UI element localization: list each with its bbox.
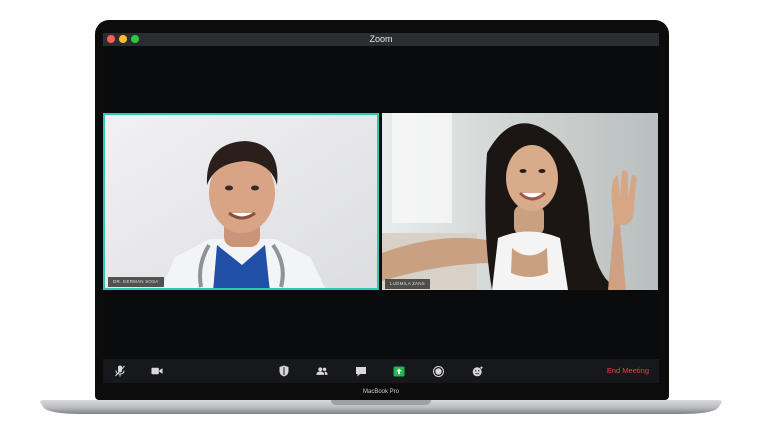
video-tile-participant-1[interactable]: DR. GERMAN SOSA bbox=[103, 113, 379, 290]
participant-name-label: LUDMILA ZANS bbox=[385, 279, 430, 289]
zoom-window: Zoom DR. GERMAN SOSA LUDMILA ZANS End Me… bbox=[103, 33, 659, 383]
laptop-hinge-notch bbox=[331, 400, 431, 405]
window-title: Zoom bbox=[369, 34, 393, 44]
reactions-button[interactable] bbox=[471, 365, 483, 377]
participants-button[interactable] bbox=[316, 365, 328, 377]
security-button[interactable] bbox=[278, 365, 290, 377]
video-tile-participant-2[interactable]: LUDMILA ZANS bbox=[382, 113, 658, 290]
participant-video-doctor bbox=[105, 115, 377, 288]
shield-icon bbox=[279, 365, 289, 377]
participant-video-woman bbox=[382, 113, 658, 290]
participants-icon bbox=[316, 367, 328, 375]
device-brand-label: MacBook Pro bbox=[362, 389, 399, 395]
reactions-icon bbox=[472, 366, 483, 376]
share-screen-icon bbox=[393, 366, 405, 376]
end-meeting-button[interactable]: End Meeting bbox=[607, 359, 649, 383]
video-camera-icon bbox=[151, 367, 163, 375]
participant-name-label: DR. GERMAN SOSA bbox=[108, 277, 164, 287]
chat-icon bbox=[356, 366, 366, 376]
record-button[interactable] bbox=[432, 365, 444, 377]
title-bar: Zoom bbox=[103, 33, 659, 46]
meeting-toolbar: End Meeting bbox=[103, 359, 659, 383]
chat-button[interactable] bbox=[355, 365, 367, 377]
share-screen-button[interactable] bbox=[393, 365, 405, 377]
stop-video-button[interactable] bbox=[151, 365, 163, 377]
record-icon bbox=[432, 365, 444, 377]
microphone-icon bbox=[115, 365, 125, 377]
mute-mic-button[interactable] bbox=[114, 365, 126, 377]
